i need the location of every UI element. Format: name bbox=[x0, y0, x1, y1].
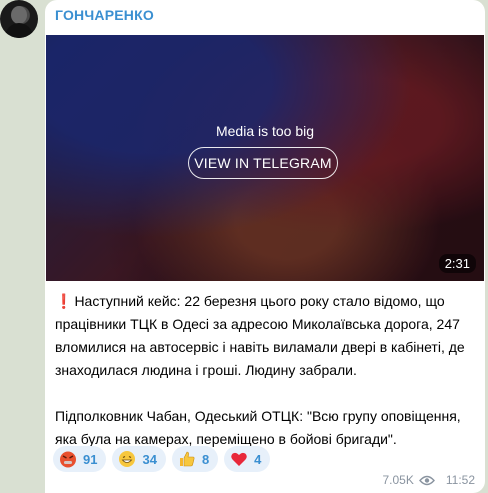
heart-icon bbox=[231, 452, 247, 466]
view-in-telegram-button[interactable]: VIEW IN TELEGRAM bbox=[188, 147, 338, 179]
avatar-body bbox=[5, 23, 33, 38]
reaction-angry[interactable]: 91 bbox=[53, 446, 107, 472]
paragraph-2: Підполковник Чабан, Одеський ОТЦК: "Всю … bbox=[55, 408, 461, 447]
message-bubble: ГОНЧАРЕНКО Media is too big VIEW IN TELE… bbox=[45, 0, 485, 493]
media-too-big-text: Media is too big bbox=[215, 123, 315, 139]
message-time: 11:52 bbox=[445, 473, 475, 487]
message-text: ❗ Наступний кейс: 22 березня цього року с… bbox=[55, 290, 475, 451]
reaction-count: 4 bbox=[254, 451, 262, 467]
reaction-heart[interactable]: 4 bbox=[224, 446, 271, 472]
reactions-bar: 91 34 8 4 bbox=[53, 446, 271, 472]
views-count: 7.05K bbox=[382, 473, 414, 487]
reaction-grin[interactable]: 34 bbox=[112, 446, 166, 472]
video-duration: 2:31 bbox=[438, 254, 476, 273]
paragraph-1: ❗ Наступний кейс: 22 березня цього року с… bbox=[55, 290, 475, 382]
reaction-count: 91 bbox=[83, 451, 98, 467]
reaction-count: 8 bbox=[201, 451, 210, 467]
grin-face-icon bbox=[119, 451, 136, 467]
video-preview[interactable]: Media is too big VIEW IN TELEGRAM 2:31 bbox=[46, 35, 484, 281]
channel-avatar[interactable] bbox=[0, 0, 38, 38]
angry-face-icon bbox=[60, 451, 76, 468]
exclamation-icon: ❗ bbox=[55, 293, 73, 309]
reaction-thumbs-up[interactable]: 8 bbox=[171, 446, 219, 472]
avatar-face bbox=[11, 6, 27, 24]
thumbs-up-icon bbox=[179, 451, 195, 467]
paragraph-1-text: Наступний кейс: 22 березня цього року ст… bbox=[55, 293, 465, 378]
eye-icon bbox=[418, 475, 435, 485]
reaction-count: 34 bbox=[142, 451, 157, 467]
author-name[interactable]: ГОНЧАРЕНКО bbox=[55, 7, 154, 23]
message-footer: 7.05K 11:52 bbox=[383, 473, 476, 487]
